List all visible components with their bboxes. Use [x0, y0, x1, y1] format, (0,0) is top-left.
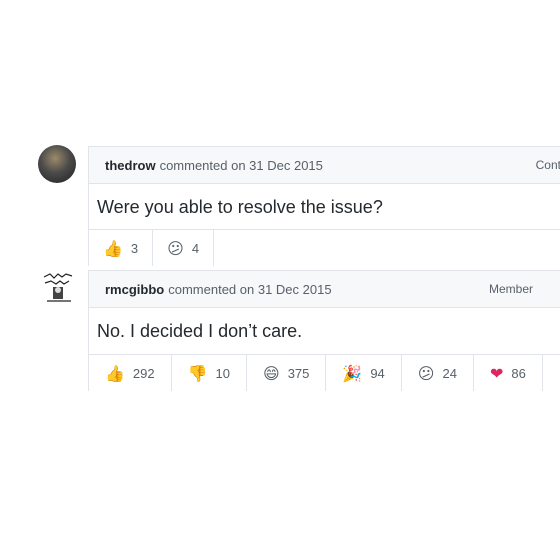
confused-face-icon: 😕 [167, 238, 184, 258]
reaction-count: 24 [442, 365, 457, 381]
reaction-thumbs-up[interactable]: 👍 3 [89, 230, 154, 266]
comment-body: No. I decided I don’t care. [97, 321, 303, 341]
reaction-count: 3 [130, 240, 139, 256]
member-badge: Member [488, 282, 533, 296]
comment-header: thedrow commented on 31 Dec 2015 Cont [89, 147, 560, 184]
reaction-thumbs-down[interactable]: 👎 10 [172, 355, 248, 391]
avatar-rmcgibbo[interactable] [42, 271, 76, 305]
reaction-count: 94 [370, 365, 385, 381]
reaction-thumbs-up[interactable]: 👍 292 [89, 355, 172, 391]
thumbs-up-icon: 👍 [105, 363, 125, 383]
thumbs-down-icon: 👎 [187, 363, 208, 383]
comment-rmcgibbo: rmcgibbo commented on 31 Dec 2015 Member… [88, 270, 560, 391]
reaction-count: 375 [287, 365, 310, 381]
confused-face-icon: 😕 [417, 363, 435, 383]
comment-author[interactable]: rmcgibbo [105, 282, 164, 297]
avatar-thedrow[interactable] [38, 145, 76, 183]
author-badge: Cont [535, 158, 560, 172]
reaction-count: 10 [215, 365, 231, 381]
comment-thedrow: thedrow commented on 31 Dec 2015 Cont We… [88, 146, 560, 266]
comment-body: Were you able to resolve the issue? [97, 197, 383, 217]
reaction-confused[interactable]: 😕 4 [153, 230, 215, 266]
reactions-bar: 👍 3 😕 4 [89, 229, 560, 266]
reaction-hooray[interactable]: 🎉 94 [326, 355, 402, 391]
comment-header: rmcgibbo commented on 31 Dec 2015 Member [89, 271, 560, 308]
party-popper-icon: 🎉 [342, 363, 363, 383]
comment-author[interactable]: thedrow [105, 158, 156, 173]
reactions-bar: 👍 292 👎 10 😄 375 🎉 94 😕 24 ❤ 86 [89, 354, 560, 391]
reaction-count: 4 [191, 240, 200, 256]
thumbs-up-icon: 👍 [103, 238, 123, 258]
heart-icon: ❤ [489, 363, 504, 383]
comment-meta[interactable]: commented on 31 Dec 2015 [168, 282, 331, 297]
reaction-count: 292 [132, 365, 155, 381]
reaction-confused[interactable]: 😕 24 [402, 355, 474, 391]
reaction-laugh[interactable]: 😄 375 [247, 355, 327, 391]
laugh-face-icon: 😄 [263, 363, 280, 383]
comment-meta[interactable]: commented on 31 Dec 2015 [160, 158, 323, 173]
reaction-heart[interactable]: ❤ 86 [474, 355, 543, 391]
reaction-count: 86 [511, 365, 526, 381]
sketch-avatar-image [43, 273, 73, 302]
